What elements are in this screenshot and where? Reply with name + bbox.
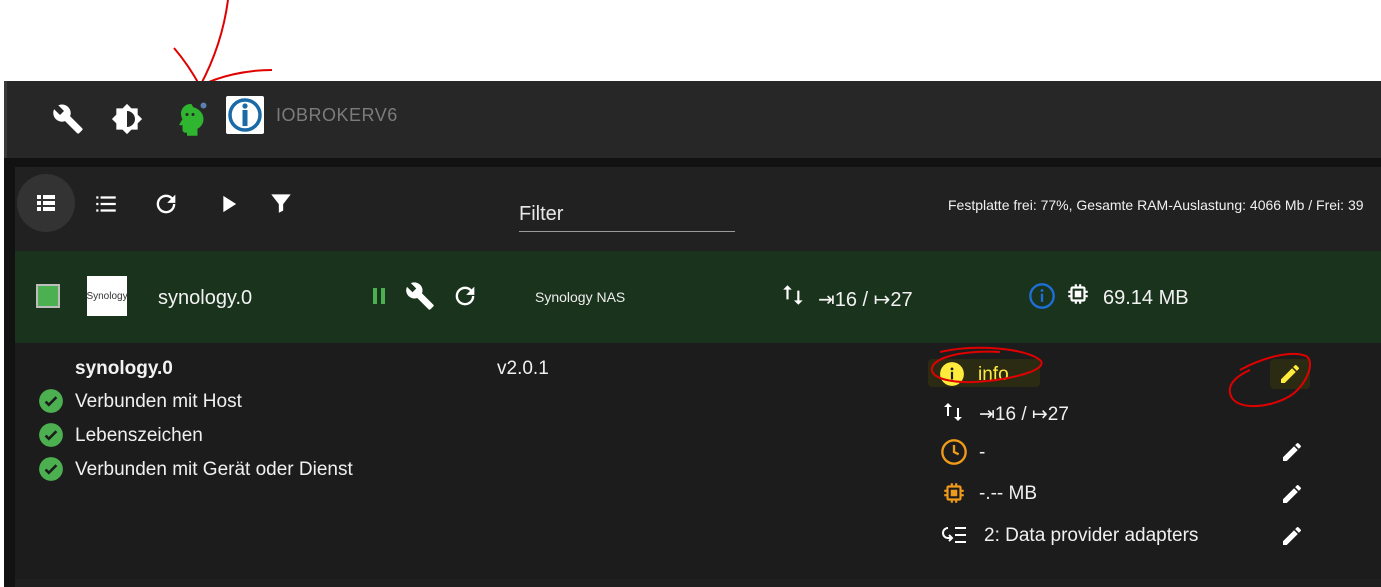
list-icon[interactable] — [93, 191, 119, 217]
check-circle-icon — [38, 456, 64, 482]
check-circle-icon — [38, 422, 64, 448]
adapter-title: Synology NAS — [535, 289, 626, 305]
edit-pencil-icon[interactable] — [1280, 524, 1304, 548]
clock-icon — [940, 438, 968, 466]
brightness-icon[interactable] — [111, 103, 143, 135]
info-icon[interactable] — [1028, 282, 1056, 310]
iobroker-logo-icon — [226, 96, 264, 134]
top-app-bar: IOBROKERV6 — [4, 81, 1381, 158]
edit-pencil-icon[interactable] — [1280, 440, 1304, 464]
app-title: IOBROKERV6 — [276, 105, 398, 125]
adapter-memory: 69.14 MB — [1103, 287, 1189, 309]
play-icon[interactable] — [214, 190, 242, 218]
restart-icon[interactable] — [451, 282, 479, 310]
memory-chip-icon — [1065, 281, 1091, 307]
filter-label: Filter — [519, 203, 564, 225]
adapter-name: synology.0 — [158, 287, 253, 309]
settings-wrench-icon[interactable] — [405, 281, 435, 311]
filter-icon[interactable] — [268, 190, 294, 216]
refresh-icon[interactable] — [152, 190, 180, 218]
details-tier: 2: Data provider adapters — [984, 525, 1199, 546]
annotation-circles — [930, 346, 1311, 408]
events-arrows-icon — [781, 282, 807, 308]
memory-chip-orange-icon — [941, 480, 967, 506]
details-ram-limit: -.-- MB — [979, 483, 1038, 504]
check-alive: Lebenszeichen — [75, 425, 203, 446]
system-stats: Festplatte frei: 77%, Gesamte RAM-Auslas… — [948, 197, 1364, 213]
adapter-logo: Synology — [86, 276, 128, 316]
view-toggle-button[interactable] — [17, 174, 75, 232]
instances-toolbar: Filter Festplatte frei: 77%, Gesamte RAM… — [15, 167, 1381, 251]
pause-icon[interactable] — [367, 284, 391, 308]
instance-checkbox[interactable] — [36, 284, 60, 308]
wrench-icon[interactable] — [52, 103, 84, 135]
view-list-icon — [37, 195, 55, 211]
adapter-row[interactable]: Synology synology.0 Synology NAS ⇥16 / ↦… — [15, 251, 1381, 343]
expert-mode-head-icon[interactable] — [172, 101, 208, 137]
adapter-events: ⇥16 / ↦27 — [818, 289, 913, 311]
tier-order-icon — [940, 523, 968, 547]
check-connected-device: Verbunden mit Gerät oder Dienst — [75, 459, 353, 480]
edit-pencil-icon[interactable] — [1280, 482, 1304, 506]
details-schedule: - — [979, 442, 986, 463]
app-window: IOBROKERV6 Filter Festplatte frei: 77%, … — [4, 81, 1381, 587]
filter-input[interactable] — [519, 231, 735, 232]
